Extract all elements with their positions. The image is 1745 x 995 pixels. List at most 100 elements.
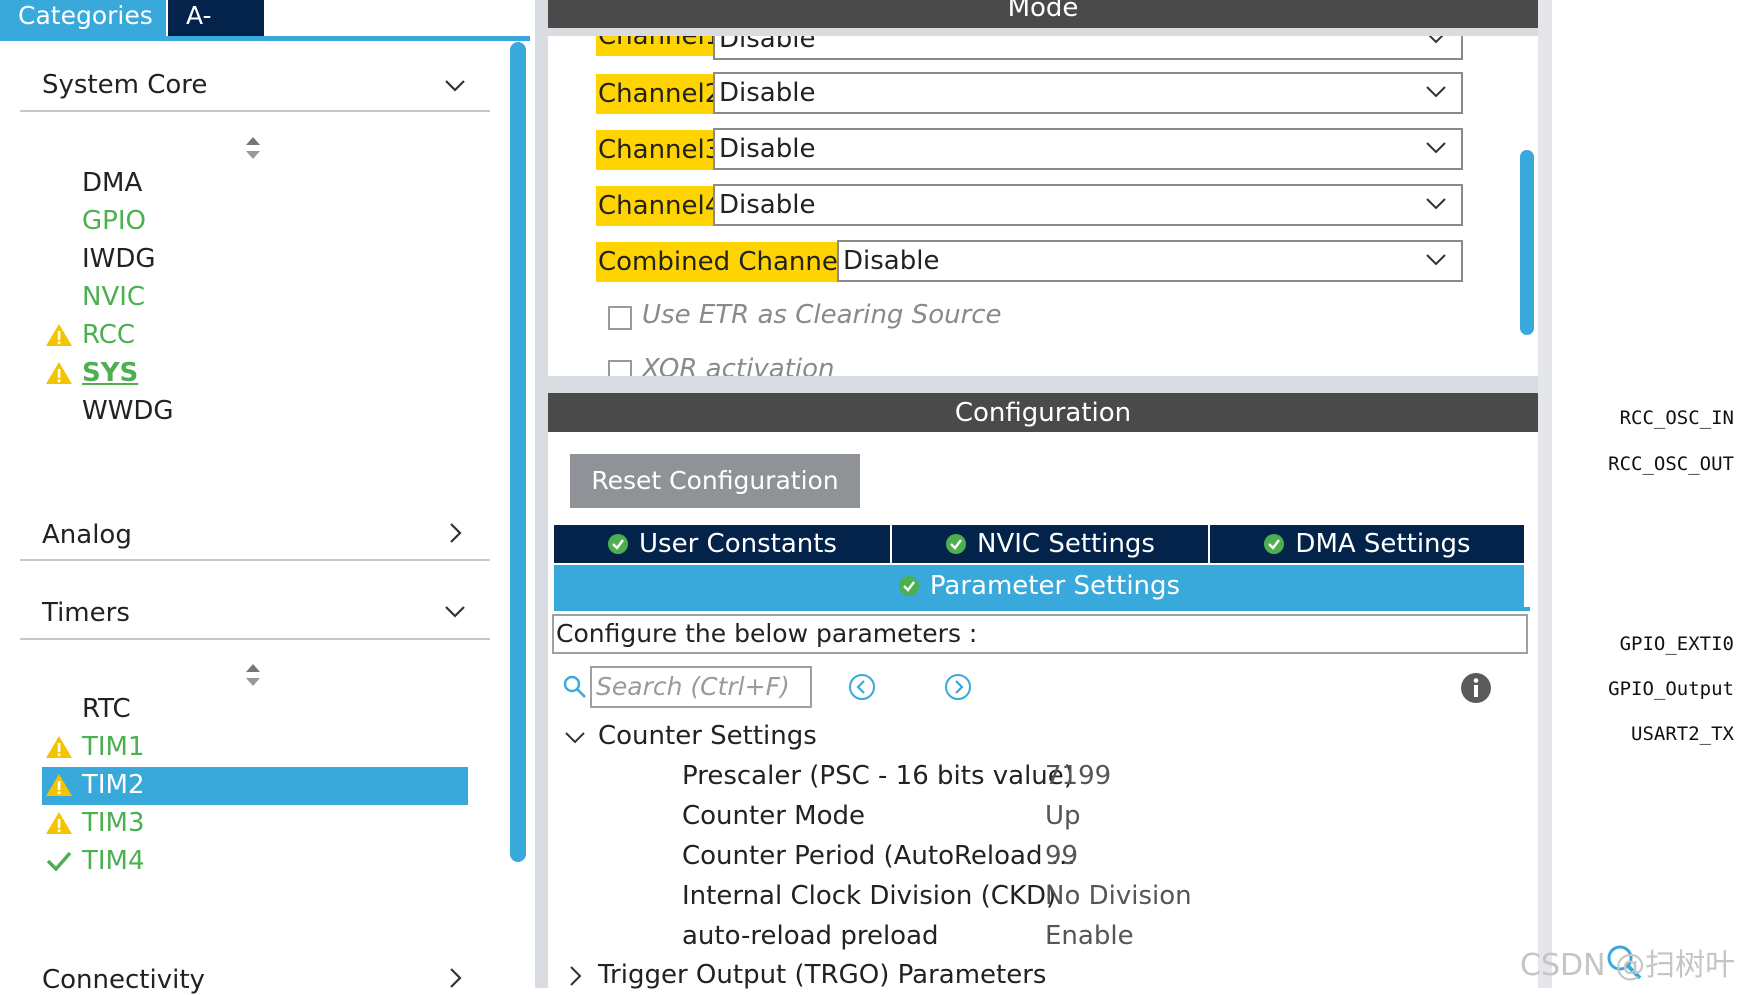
param-value-auto-reload-preload[interactable]: Enable <box>1045 921 1134 951</box>
chevron-down-icon <box>1426 86 1446 98</box>
tab-underline <box>0 36 530 41</box>
category-item-rtc[interactable]: RTC <box>82 692 131 726</box>
categories-scrollbar[interactable] <box>510 42 526 862</box>
chevron-right-icon[interactable] <box>442 520 468 546</box>
ok-circle-icon <box>1264 534 1285 554</box>
category-item-tim3[interactable]: TIM3 <box>82 806 145 840</box>
pin-label-usart2-tx[interactable]: USART2_TX <box>1631 723 1734 745</box>
tab-parameter-settings[interactable]: Parameter Settings <box>554 565 1524 607</box>
channel4-select[interactable]: Disable <box>713 184 1463 226</box>
channel3-label: Channel3 <box>596 130 724 170</box>
tab-user-constants-label: User Constants <box>639 529 837 559</box>
xor-label: XOR activation <box>642 354 835 376</box>
channel1-select[interactable]: Disable <box>713 36 1463 60</box>
tab-categories[interactable]: Categories <box>0 0 166 36</box>
tab-dma-settings-label: DMA Settings <box>1295 529 1471 559</box>
param-name-prescaler: Prescaler (PSC - 16 bits value) <box>682 761 1074 791</box>
combined-channels-label: Combined Channels <box>596 242 861 282</box>
mode-header: Mode <box>548 0 1538 28</box>
configuration-header: Configuration <box>548 393 1538 433</box>
ok-circle-icon <box>608 534 629 554</box>
ok-circle-icon <box>898 576 919 596</box>
category-item-tim1[interactable]: TIM1 <box>82 730 145 764</box>
chevron-down-icon <box>1426 198 1446 210</box>
channel2-value: Disable <box>719 78 816 108</box>
channel1-value: Disable <box>719 36 816 54</box>
param-value-counter-period[interactable]: 99 <box>1045 841 1078 871</box>
category-item-tim2[interactable]: TIM2 <box>82 768 145 802</box>
chevron-right-icon[interactable] <box>562 963 588 989</box>
pin-label-rcc-osc-out[interactable]: RCC_OSC_OUT <box>1608 453 1734 475</box>
pin-label-rcc-osc-in[interactable]: RCC_OSC_IN <box>1620 407 1734 429</box>
param-value-clock-division[interactable]: No Division <box>1045 881 1192 911</box>
warning-icon <box>46 324 72 346</box>
pin-label-gpio-output[interactable]: GPIO_Output <box>1608 678 1734 700</box>
sort-icon[interactable] <box>244 662 262 688</box>
param-name-auto-reload-preload: auto-reload preload <box>682 921 939 951</box>
section-timers[interactable]: Timers <box>42 598 130 628</box>
category-item-wwdg[interactable]: WWDG <box>82 394 174 428</box>
param-value-counter-mode[interactable]: Up <box>1045 801 1081 831</box>
tab-a-to-z[interactable]: A->Z <box>168 0 264 62</box>
check-icon <box>46 851 72 872</box>
chevron-down-icon <box>1428 36 1444 44</box>
tab-parameter-settings-label: Parameter Settings <box>929 571 1181 601</box>
panel-separator <box>1538 0 1552 988</box>
warning-icon <box>46 362 72 384</box>
param-value-prescaler[interactable]: 7199 <box>1045 761 1111 791</box>
section-divider <box>20 559 490 561</box>
section-analog[interactable]: Analog <box>42 520 132 550</box>
watermark: CSDN @扫树叶 <box>1520 948 1736 983</box>
category-item-sys[interactable]: SYS <box>82 356 138 390</box>
chevron-down-icon[interactable] <box>442 598 468 624</box>
tab-nvic-settings[interactable]: NVIC Settings <box>892 525 1208 563</box>
channel2-select[interactable]: Disable <box>713 72 1463 114</box>
section-system-core[interactable]: System Core <box>42 70 207 100</box>
category-item-tim4[interactable]: TIM4 <box>82 844 145 878</box>
tab-nvic-settings-label: NVIC Settings <box>977 529 1155 559</box>
configure-description: Configure the below parameters : <box>552 614 1528 654</box>
reset-configuration-button[interactable]: Reset Configuration <box>570 454 860 508</box>
channel4-value: Disable <box>719 190 816 220</box>
mode-scrollbar[interactable] <box>1520 150 1534 335</box>
mode-panel: Channel1 Disable Channel2 Disable Channe… <box>548 36 1538 376</box>
category-item-gpio[interactable]: GPIO <box>82 204 146 238</box>
chevron-down-icon[interactable] <box>442 72 468 98</box>
chevron-right-icon[interactable] <box>442 965 468 991</box>
xor-checkbox[interactable] <box>608 360 632 376</box>
param-name-counter-mode: Counter Mode <box>682 801 866 831</box>
channel3-value: Disable <box>719 134 816 164</box>
trigger-output-group[interactable]: Trigger Output (TRGO) Parameters <box>598 960 1046 990</box>
channel2-label: Channel2 <box>596 74 724 114</box>
combined-channels-select[interactable]: Disable <box>837 240 1463 282</box>
category-item-nvic[interactable]: NVIC <box>82 280 145 314</box>
etr-checkbox[interactable] <box>608 306 632 330</box>
next-icon[interactable] <box>944 673 972 701</box>
warning-icon <box>46 736 72 758</box>
section-divider <box>20 638 490 640</box>
combined-channels-value: Disable <box>843 246 940 276</box>
search-icon[interactable] <box>562 674 588 700</box>
tab-user-constants[interactable]: User Constants <box>554 525 890 563</box>
prev-icon[interactable] <box>848 673 876 701</box>
warning-icon <box>46 812 72 834</box>
tab-dma-settings[interactable]: DMA Settings <box>1210 525 1524 563</box>
category-item-iwdg[interactable]: IWDG <box>82 242 156 276</box>
sort-icon[interactable] <box>244 135 262 161</box>
channel3-select[interactable]: Disable <box>713 128 1463 170</box>
category-item-dma[interactable]: DMA <box>82 166 142 200</box>
etr-label: Use ETR as Clearing Source <box>642 300 1002 330</box>
param-name-clock-division: Internal Clock Division (CKD) <box>682 881 1057 911</box>
section-connectivity[interactable]: Connectivity <box>42 965 205 995</box>
chevron-down-icon <box>1426 254 1446 266</box>
info-icon[interactable] <box>1460 672 1492 704</box>
warning-icon <box>46 774 72 796</box>
tab-underline <box>554 607 1530 611</box>
chevron-down-icon[interactable] <box>562 724 588 750</box>
search-input[interactable]: Search (Ctrl+F) <box>590 666 812 708</box>
pin-label-gpio-exti0[interactable]: GPIO_EXTI0 <box>1620 633 1734 655</box>
chevron-down-icon <box>1426 142 1446 154</box>
counter-settings-group[interactable]: Counter Settings <box>598 721 817 751</box>
ok-circle-icon <box>946 534 967 554</box>
category-item-rcc[interactable]: RCC <box>82 318 135 352</box>
